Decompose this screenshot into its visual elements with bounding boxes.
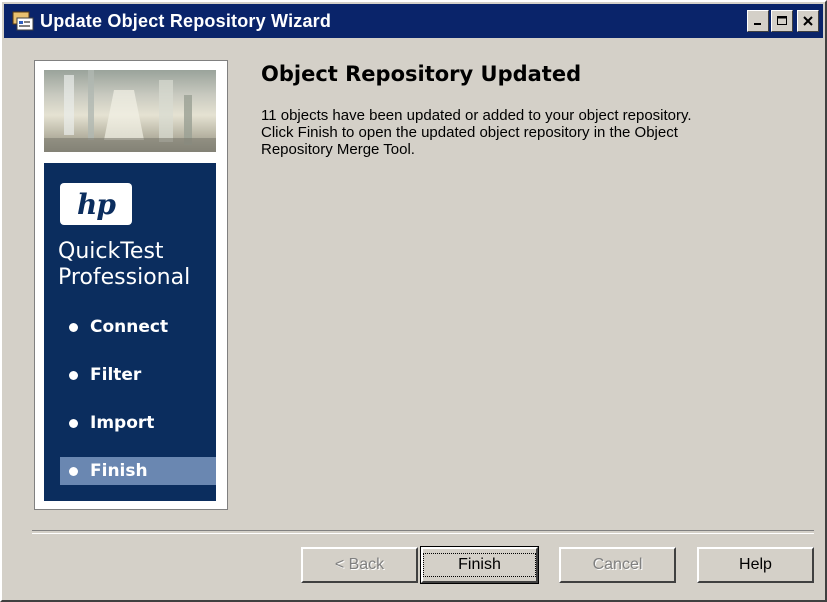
title-bar[interactable]: Update Object Repository Wizard: [4, 4, 823, 38]
finish-button[interactable]: Finish: [420, 546, 539, 584]
description-line: Click Finish to open the updated object …: [261, 124, 678, 141]
lab-glassware-image: [44, 70, 216, 152]
bullet-icon: [69, 466, 78, 476]
button-separator: [32, 530, 814, 534]
window-controls: [747, 10, 819, 32]
step-filter: Filter: [44, 361, 216, 389]
maximize-icon[interactable]: [771, 10, 793, 32]
close-icon[interactable]: [797, 10, 819, 32]
cancel-button[interactable]: Cancel: [559, 547, 676, 583]
page-title: Object Repository Updated: [261, 62, 582, 86]
window-title: Update Object Repository Wizard: [40, 10, 332, 31]
back-button[interactable]: < Back: [301, 547, 418, 583]
description-line: 11 objects have been updated or added to…: [261, 107, 692, 124]
wizard-sidebar: hp QuickTest Professional Connect Filter…: [34, 60, 228, 510]
step-finish: Finish: [60, 457, 216, 485]
page-description: 11 objects have been updated or added to…: [261, 107, 781, 158]
product-name-line1: QuickTest: [58, 239, 164, 264]
step-label: Import: [90, 413, 155, 433]
step-label: Filter: [90, 365, 142, 385]
description-line: Repository Merge Tool.: [261, 141, 415, 158]
step-connect: Connect: [44, 313, 216, 341]
product-name-line2: Professional: [58, 265, 191, 290]
finish-button-label: Finish: [423, 553, 536, 577]
bullet-icon: [69, 418, 78, 428]
product-name: QuickTest Professional: [58, 239, 213, 291]
step-label: Connect: [90, 317, 169, 337]
bullet-icon: [69, 370, 78, 380]
bullet-icon: [69, 322, 78, 332]
wizard-app-icon: [10, 8, 36, 34]
sidebar-panel: hp QuickTest Professional Connect Filter…: [44, 163, 216, 501]
wizard-steps: Connect Filter Import Finish: [44, 313, 216, 505]
hp-logo: hp: [60, 183, 132, 225]
minimize-icon[interactable]: [747, 10, 769, 32]
wizard-window: Update Object Repository Wizard hp Quick…: [0, 0, 827, 602]
help-button[interactable]: Help: [697, 547, 814, 583]
step-import: Import: [44, 409, 216, 437]
hp-logo-text: hp: [77, 187, 116, 221]
step-label: Finish: [90, 461, 148, 481]
